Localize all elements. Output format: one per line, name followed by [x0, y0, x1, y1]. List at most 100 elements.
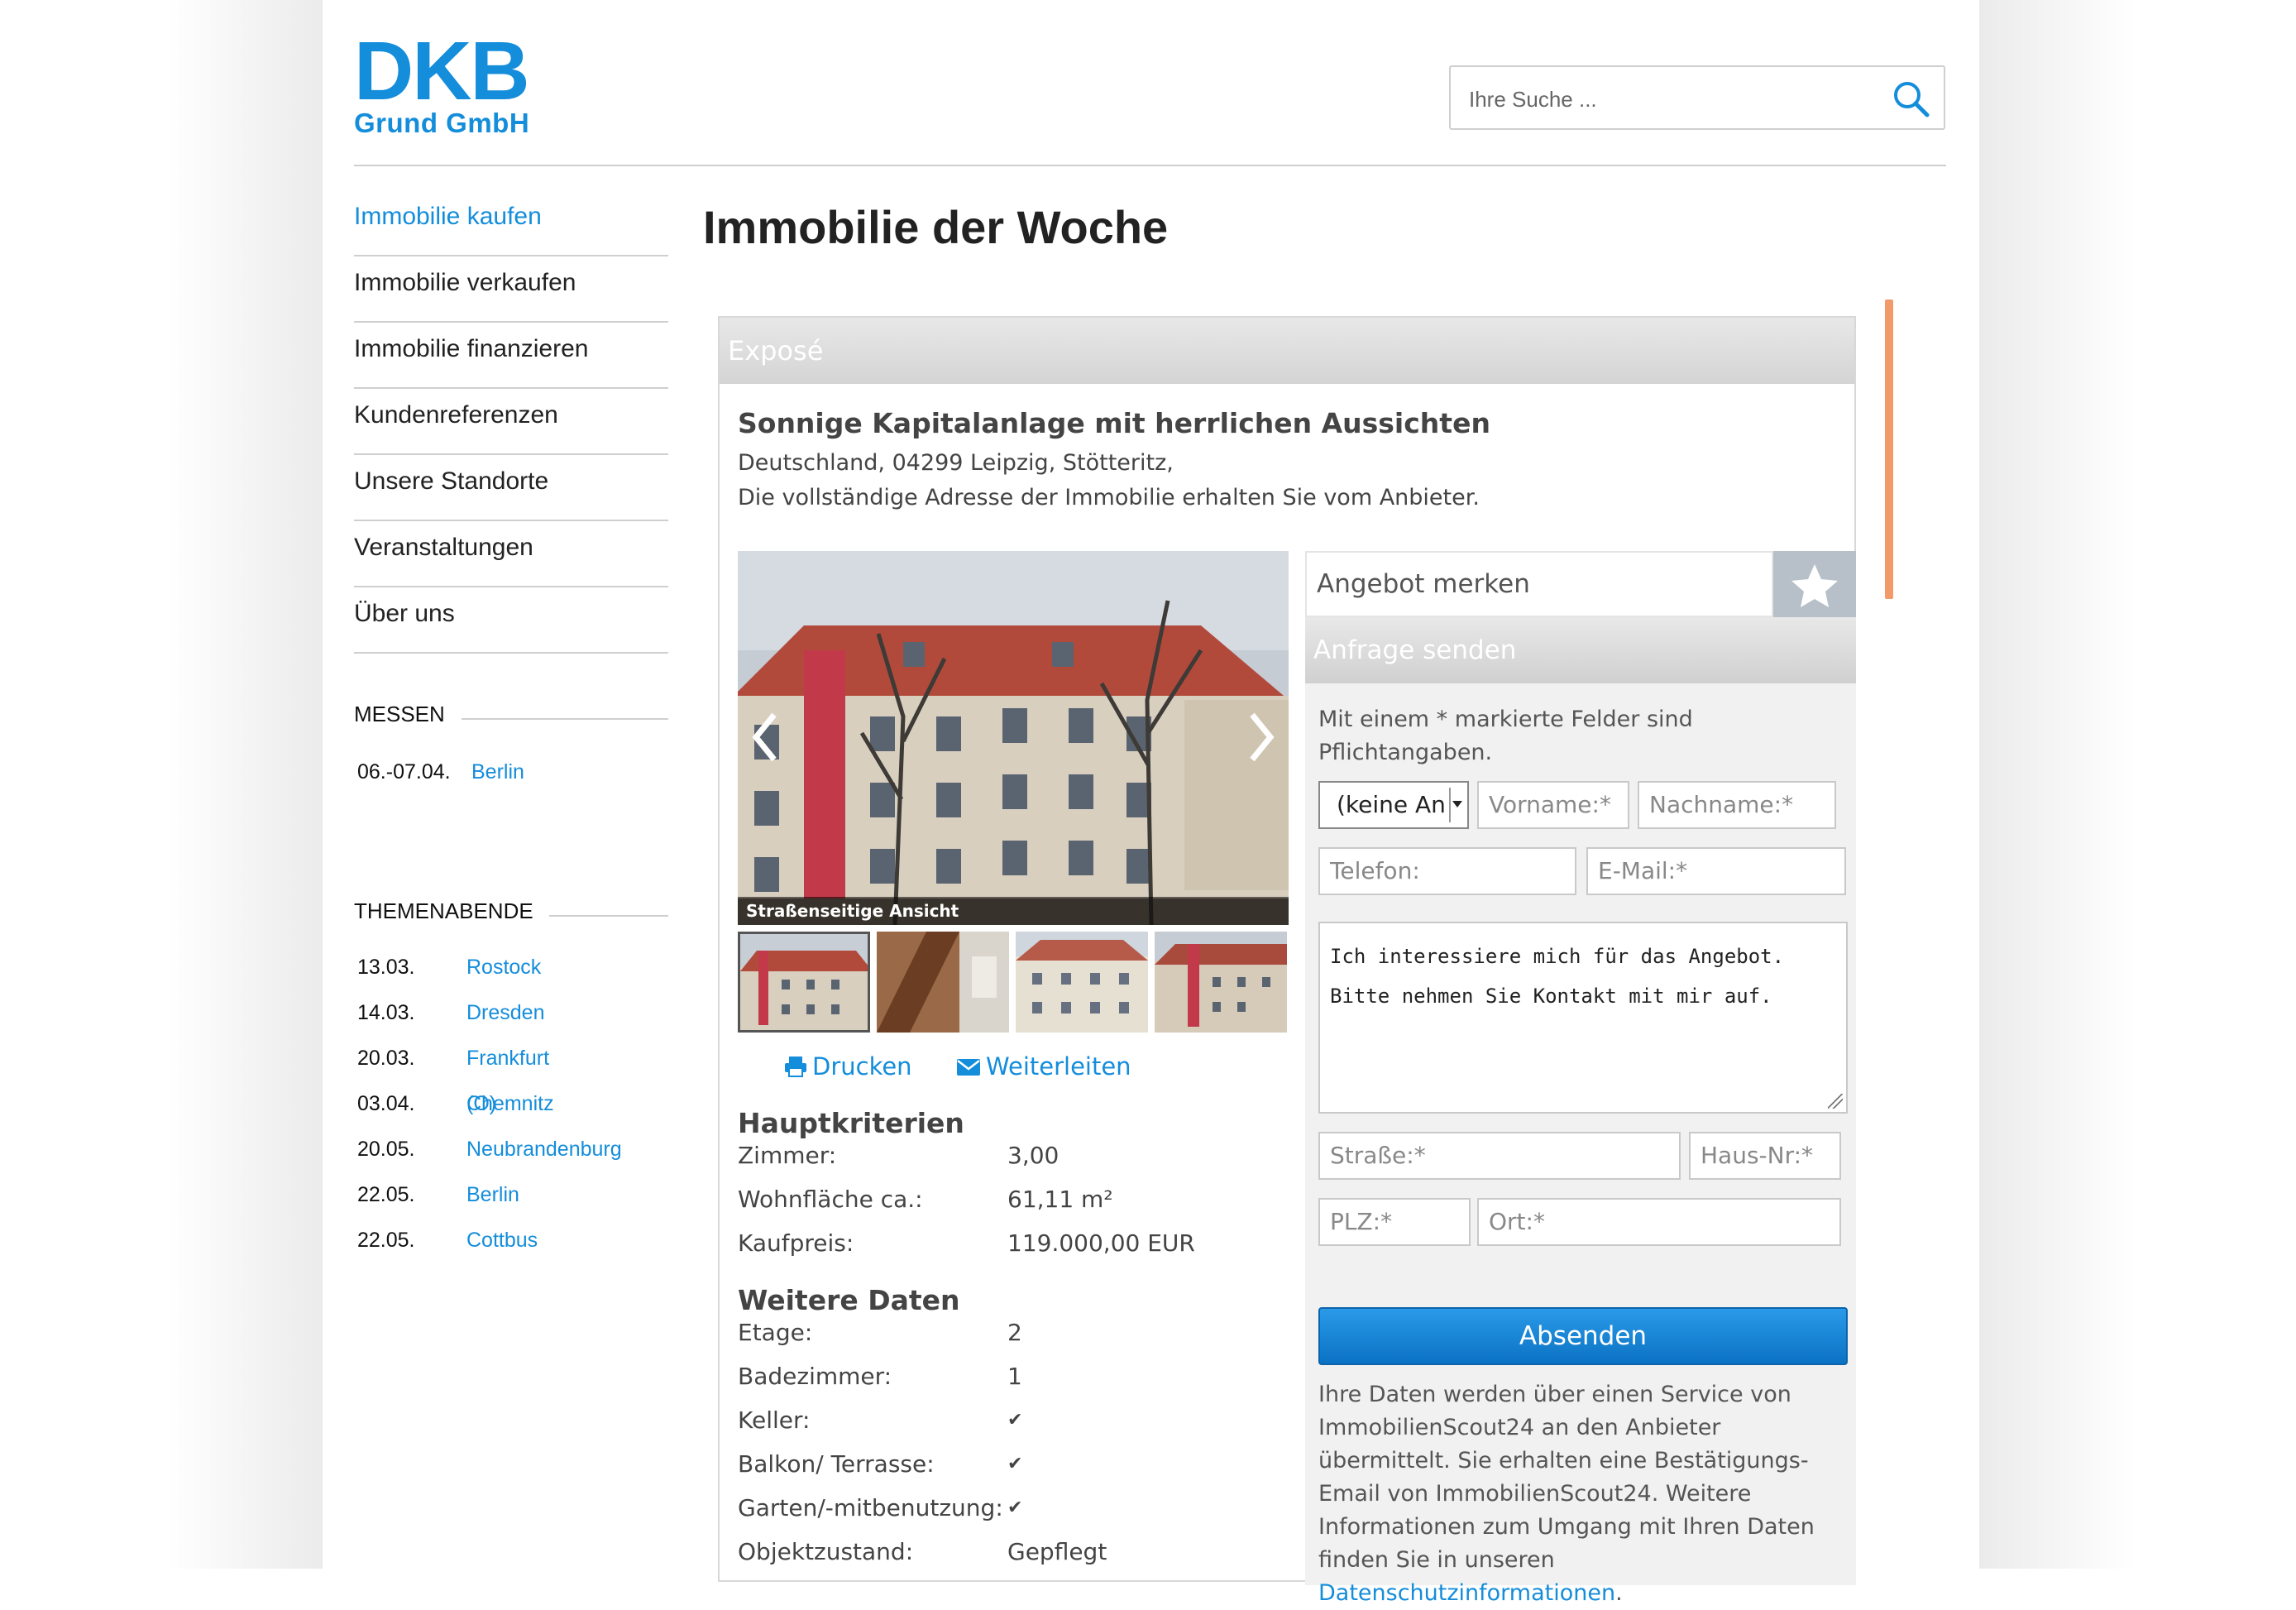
star-icon [1791, 564, 1838, 607]
data-key: Badezimmer: [738, 1363, 892, 1390]
printer-icon [785, 1057, 806, 1077]
nav-item-immobilie-kaufen[interactable]: Immobilie kaufen [354, 190, 668, 256]
criteria-value: 3,00 [1007, 1142, 1060, 1169]
themenabende-heading: THEMENABENDE [354, 898, 668, 924]
message-line-2: Bitte nehmen Sie Kontakt mit mir auf. [1330, 985, 1772, 1008]
data-key: Garten/-mitbenutzung: [738, 1494, 1003, 1521]
vorname-field[interactable]: Vorname:* [1477, 781, 1629, 829]
email-field[interactable]: E-Mail:* [1586, 847, 1846, 895]
page-shadow-left [165, 0, 323, 1569]
thumbnail-2[interactable] [877, 932, 1009, 1033]
sidebar-nav: Immobilie kaufen Immobilie verkaufen Imm… [354, 190, 668, 654]
check-icon: ✔ [1007, 1410, 1023, 1430]
property-title: Sonnige Kapitalanlage mit herrlichen Aus… [738, 407, 1490, 439]
forward-link[interactable]: Weiterleiten [956, 1052, 1131, 1081]
contact-form: Angebot merken Anfrage senden Mit einem … [1305, 551, 1856, 1606]
dkb-logo[interactable]: DKB Grund GmbH [354, 30, 536, 139]
print-link[interactable]: Drucken [784, 1052, 912, 1081]
thumbnail-3[interactable] [1016, 932, 1148, 1033]
nav-item-ueber-uns[interactable]: Über uns [354, 587, 668, 654]
event-city-link[interactable]: Rostock [466, 945, 541, 990]
forward-label: Weiterleiten [986, 1052, 1131, 1081]
search-input[interactable] [1467, 82, 1884, 117]
page-container: DKB Grund GmbH Immobilie kaufen Immobili… [323, 0, 1979, 1606]
event-date: 06.-07.04. [357, 760, 451, 783]
event-date: 20.03. [357, 1047, 415, 1070]
data-row: Badezimmer: 1 [738, 1354, 1317, 1398]
bookmark-button[interactable] [1773, 551, 1856, 617]
data-row: Balkon/ Terrasse: ✔ [738, 1442, 1317, 1486]
event-city-link[interactable]: Berlin [466, 1172, 519, 1218]
nav-item-immobilie-finanzieren[interactable]: Immobilie finanzieren [354, 323, 668, 389]
event-date: 20.05. [357, 1138, 415, 1161]
salutation-select[interactable]: (keine An [1318, 781, 1469, 829]
messen-heading: MESSEN [354, 702, 668, 727]
data-key: Balkon/ Terrasse: [738, 1450, 935, 1478]
hausnr-field[interactable]: Haus-Nr:* [1689, 1132, 1841, 1180]
criteria-key: Zimmer: [738, 1142, 837, 1169]
nav-item-kundenreferenzen[interactable]: Kundenreferenzen [354, 389, 668, 455]
criteria-row: Wohnfläche ca.: 61,11 m² [738, 1177, 1317, 1221]
photo-thumbnails [738, 932, 1289, 1033]
property-photo[interactable]: Straßenseitige Ansicht [738, 551, 1289, 925]
data-row: Etage: 2 [738, 1311, 1317, 1354]
criteria-value: 61,11 m² [1007, 1186, 1113, 1213]
nav-item-veranstaltungen[interactable]: Veranstaltungen [354, 521, 668, 587]
privacy-end: . [1615, 1580, 1623, 1606]
nachname-field[interactable]: Nachname:* [1638, 781, 1836, 829]
strasse-field[interactable]: Straße:* [1318, 1132, 1681, 1180]
criteria-key: Wohnfläche ca.: [738, 1186, 923, 1213]
event-city-link[interactable]: Cottbus [466, 1218, 538, 1263]
building-photo-image [738, 551, 1289, 925]
privacy-link[interactable]: Datenschutzinformationen [1318, 1580, 1615, 1606]
submit-button[interactable]: Absenden [1318, 1307, 1848, 1365]
photo-caption: Straßenseitige Ansicht [738, 897, 1289, 925]
themenabende-heading-text: THEMENABENDE [354, 898, 533, 923]
salutation-value: (keine An [1337, 791, 1446, 818]
search-icon[interactable] [1891, 79, 1930, 118]
required-fields-hint: Mit einem * markierte Felder sind Pflich… [1318, 707, 1693, 765]
header-divider [354, 165, 1946, 166]
thumbnail-4[interactable] [1155, 932, 1287, 1033]
event-city-link[interactable]: Chemnitz [466, 1081, 554, 1127]
criteria-row: Kaufpreis: 119.000,00 EUR [738, 1221, 1317, 1265]
data-row: Keller: ✔ [738, 1398, 1317, 1442]
event-city-link[interactable]: Berlin [471, 750, 524, 795]
event-date: 22.05. [357, 1229, 415, 1252]
data-row: Garten/-mitbenutzung: ✔ [738, 1486, 1317, 1530]
data-value: 1 [1007, 1363, 1022, 1390]
event-date: 22.05. [357, 1183, 415, 1206]
thumbnail-1[interactable] [738, 932, 870, 1033]
event-date: 03.04. [357, 1092, 415, 1115]
property-address: Deutschland, 04299 Leipzig, Stötteritz, [738, 450, 1174, 476]
data-key: Keller: [738, 1406, 811, 1434]
ort-field[interactable]: Ort:* [1477, 1198, 1841, 1246]
criteria-value: 119.000,00 EUR [1007, 1229, 1195, 1257]
messen-heading-rule [462, 718, 668, 720]
previous-photo-icon[interactable] [749, 708, 782, 766]
event-date: 13.03. [357, 956, 415, 979]
plz-field[interactable]: PLZ:* [1318, 1198, 1471, 1246]
privacy-notice: Ihre Daten werden über einen Service von… [1318, 1378, 1852, 1610]
data-key: Objektzustand: [738, 1538, 914, 1565]
check-icon: ✔ [1007, 1454, 1023, 1474]
data-value: 2 [1007, 1319, 1022, 1346]
message-textarea[interactable]: Ich interessiere mich für das Angebot. B… [1318, 922, 1848, 1114]
event-city-link[interactable]: Neubrandenburg [466, 1127, 622, 1172]
envelope-icon [957, 1059, 980, 1076]
resize-handle-icon[interactable] [1828, 1094, 1843, 1109]
next-photo-icon[interactable] [1244, 708, 1277, 766]
page-title: Immobilie der Woche [703, 201, 1169, 253]
print-label: Drucken [812, 1052, 912, 1081]
merken-label[interactable]: Angebot merken [1305, 551, 1773, 617]
event-city-link[interactable]: Dresden [466, 990, 545, 1036]
message-line-1: Ich interessiere mich für das Angebot. [1330, 945, 1785, 968]
expose-panel-header: Exposé [720, 318, 1854, 384]
data-value: Gepflegt [1007, 1538, 1107, 1565]
scrollbar-accent[interactable] [1885, 299, 1893, 599]
anfrage-header: Anfrage senden [1305, 617, 1856, 683]
telefon-field[interactable]: Telefon: [1318, 847, 1576, 895]
nav-item-immobilie-verkaufen[interactable]: Immobilie verkaufen [354, 256, 668, 323]
nav-item-unsere-standorte[interactable]: Unsere Standorte [354, 455, 668, 521]
chevron-down-icon [1452, 801, 1462, 807]
